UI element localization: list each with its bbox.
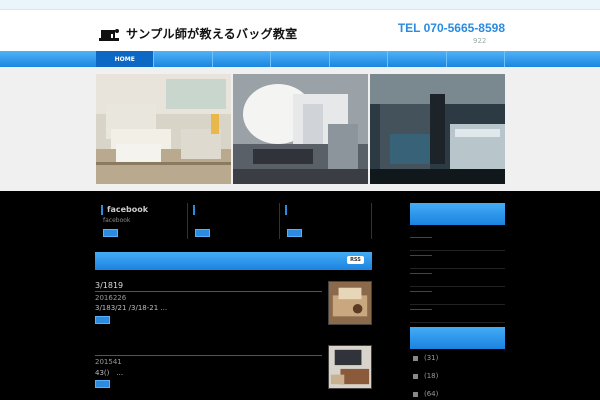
top-strip (0, 0, 600, 10)
folder-icon (413, 355, 418, 361)
sidebar-link[interactable] (410, 269, 505, 287)
category-item[interactable]: (18) (410, 367, 505, 385)
sidebar-link[interactable] (410, 287, 505, 305)
sidebar-category-header (410, 327, 505, 349)
folder-icon (413, 391, 418, 397)
read-more-button[interactable] (95, 380, 110, 388)
sidebar-links (410, 233, 505, 323)
folder-icon (413, 373, 418, 379)
category-count: (31) (424, 354, 439, 362)
category-item[interactable]: (64) (410, 385, 505, 400)
widget-button[interactable] (287, 229, 302, 237)
widget-button[interactable] (195, 229, 210, 237)
nav-item[interactable] (388, 51, 447, 67)
nav-item[interactable] (154, 51, 213, 67)
post-date: 201541 (95, 358, 122, 366)
phone-number: TEL 070-5665-8598 (397, 21, 505, 35)
read-more-button[interactable] (95, 316, 110, 324)
category-list: (31) (18) (64) (410, 349, 505, 400)
category-count: (18) (424, 372, 439, 380)
hero-image-needle-plate (370, 74, 505, 184)
category-count: (64) (424, 390, 439, 398)
widget-title: facebook (107, 205, 149, 214)
sidebar-link[interactable] (410, 305, 505, 323)
social-widgets: facebook facebook (96, 203, 372, 239)
nav-item-home[interactable]: HOME (96, 51, 155, 67)
post-thumbnail[interactable] (328, 281, 372, 325)
global-nav: HOME (0, 51, 600, 67)
post-excerpt: 3/183/21 /3/18-21 ... (95, 304, 168, 312)
nav-item[interactable] (447, 51, 505, 67)
sidebar-link[interactable] (410, 233, 505, 251)
post-divider (95, 291, 322, 292)
facebook-widget: facebook facebook (96, 203, 188, 239)
hero-image-sewing-room (96, 74, 231, 184)
site-title: サンプル師が教えるバッグ教室 (126, 27, 298, 41)
phone-subtext: 922 (473, 37, 487, 45)
nav-item[interactable] (271, 51, 330, 67)
rss-button[interactable]: RSS (347, 256, 364, 264)
widget-subtitle: facebook (103, 217, 131, 224)
widget-button[interactable] (103, 229, 118, 237)
post-title[interactable]: 3/1819 (95, 281, 123, 290)
post-thumbnail[interactable] (328, 345, 372, 389)
blog-post: 3/1819 2016226 3/183/21 /3/18-21 ... (95, 281, 372, 326)
sidebar-link[interactable] (410, 251, 505, 269)
blog-post: 201541 43() ... (95, 345, 372, 390)
blog-section-header: RSS (95, 252, 372, 270)
post-divider (95, 355, 322, 356)
hero-image-machine-closeup (233, 74, 368, 184)
hero-slider (96, 74, 505, 184)
site-logo[interactable]: サンプル師が教えるバッグ教室 (97, 25, 297, 42)
post-excerpt: 43() ... (95, 369, 124, 377)
site-header: サンプル師が教えるバッグ教室 TEL 070-5665-8598 922 (0, 10, 600, 51)
nav-item[interactable] (330, 51, 389, 67)
social-widget (280, 203, 372, 239)
sewing-machine-icon (99, 28, 119, 41)
post-date: 2016226 (95, 294, 127, 302)
sidebar-header (410, 203, 505, 225)
category-item[interactable]: (31) (410, 349, 505, 367)
sidebar: (31) (18) (64) (410, 203, 505, 398)
social-widget (188, 203, 280, 239)
nav-item[interactable] (213, 51, 272, 67)
